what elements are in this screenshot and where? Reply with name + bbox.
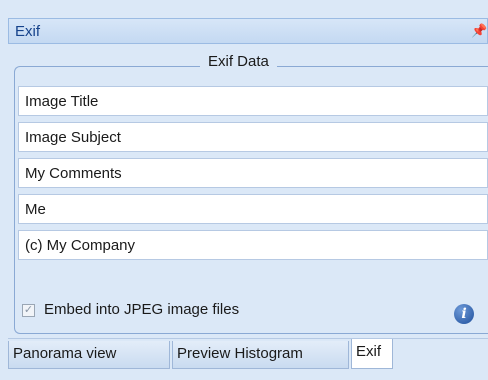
tab-preview-histogram[interactable]: Preview Histogram [172,341,349,369]
embed-label[interactable]: Embed into JPEG image files [44,301,239,318]
pin-icon[interactable]: 📌 [471,23,487,39]
image-title-field[interactable] [18,86,488,116]
panel-title: Exif [15,23,41,40]
info-icon[interactable]: i [454,304,474,324]
tab-bar: Panorama view Preview Histogram Exif [8,338,488,373]
copyright-input[interactable] [19,231,487,259]
image-subject-field[interactable] [18,122,488,152]
image-title-input[interactable] [19,87,487,115]
embed-checkbox[interactable]: ✓ [22,304,35,317]
panel-titlebar: Exif 📌 [8,18,488,44]
tab-exif[interactable]: Exif [351,339,393,369]
author-field[interactable] [18,194,488,224]
embed-row[interactable]: ✓ Embed into JPEG image files [22,300,482,324]
comments-field[interactable] [18,158,488,188]
comments-input[interactable] [19,159,487,187]
author-input[interactable] [19,195,487,223]
exif-panel: Exif 📌 Exif Data ✓ Embed into JPEG image… [0,0,488,380]
group-label: Exif Data [200,53,277,70]
tab-panorama-view[interactable]: Panorama view [8,341,170,369]
copyright-field[interactable] [18,230,488,260]
image-subject-input[interactable] [19,123,487,151]
panel-content: Exif Data [8,44,488,340]
